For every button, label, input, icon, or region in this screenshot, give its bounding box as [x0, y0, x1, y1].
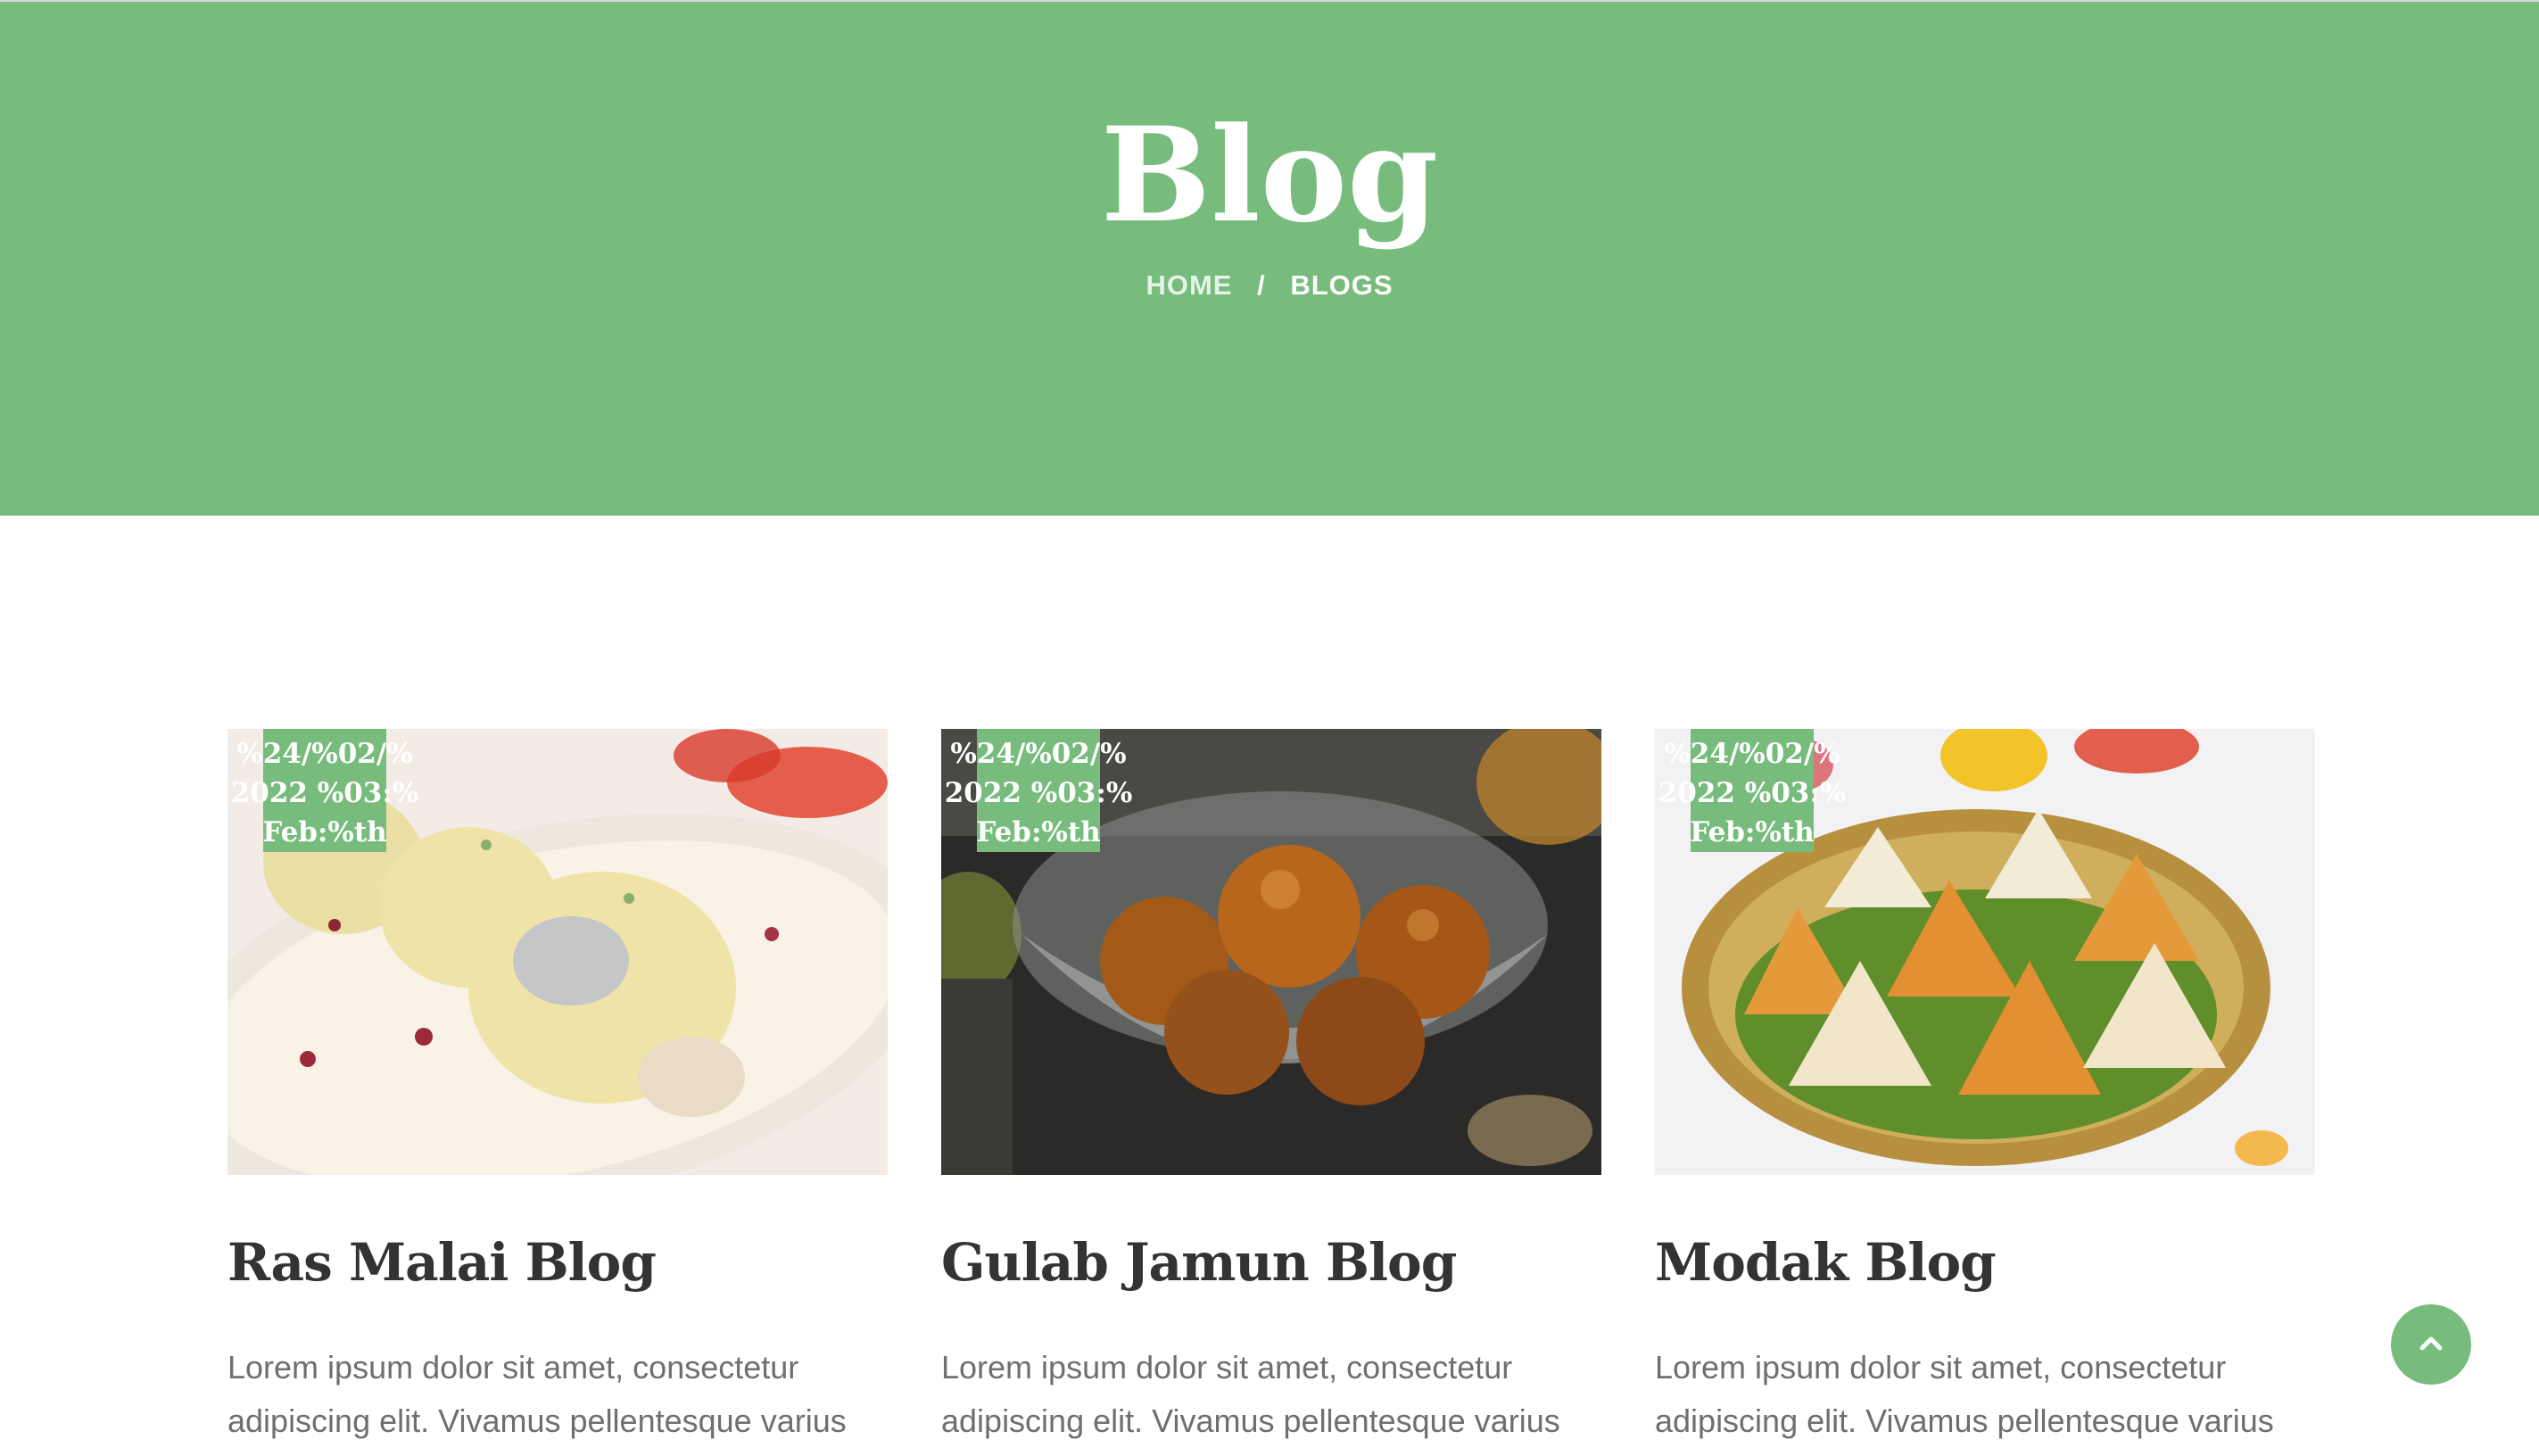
scroll-to-top-button[interactable]	[2391, 1304, 2471, 1385]
breadcrumb-home-link[interactable]: HOME	[1145, 269, 1232, 301]
blog-card-excerpt: Lorem ipsum dolor sit amet, consectetur …	[1655, 1349, 2274, 1439]
date-badge: %24/%02/%2022 %03:%Feb:%th	[945, 729, 1132, 852]
blog-card-title[interactable]: Modak Blog	[1655, 1230, 2315, 1295]
blog-card: %24/%02/%2022 %03:%Feb:%th Modak Blog Lo…	[1655, 729, 2315, 1448]
blog-card: %24/%02/%2022 %03:%Feb:%th Ras Malai Blo…	[227, 729, 888, 1448]
page-title: Blog	[1100, 99, 1439, 252]
blog-card-title[interactable]: Gulab Jamun Blog	[941, 1230, 1601, 1295]
breadcrumb-separator: /	[1257, 269, 1266, 301]
blog-card-image[interactable]: %24/%02/%2022 %03:%Feb:%th	[1655, 729, 2315, 1175]
breadcrumb-current: BLOGS	[1290, 269, 1394, 301]
date-text: %24/%02/%2022 %03:%Feb:%th	[1658, 738, 1847, 848]
blog-card-excerpt: Lorem ipsum dolor sit amet, consectetur …	[941, 1349, 1560, 1439]
date-text: %24/%02/%2022 %03:%Feb:%th	[944, 738, 1133, 848]
date-badge: %24/%02/%2022 %03:%Feb:%th	[231, 729, 418, 852]
date-text: %24/%02/%2022 %03:%Feb:%th	[230, 738, 419, 848]
page-hero: Blog HOME / BLOGS	[0, 0, 2539, 516]
date-badge: %24/%02/%2022 %03:%Feb:%th	[1658, 729, 1846, 852]
blog-card: %24/%02/%2022 %03:%Feb:%th Gulab Jamun B…	[941, 729, 1601, 1448]
chevron-up-icon	[2419, 1335, 2444, 1355]
blog-card-excerpt: Lorem ipsum dolor sit amet, consectetur …	[227, 1349, 847, 1439]
blog-card-image[interactable]: %24/%02/%2022 %03:%Feb:%th	[227, 729, 888, 1175]
blog-card-image[interactable]: %24/%02/%2022 %03:%Feb:%th	[941, 729, 1601, 1175]
breadcrumb: HOME / BLOGS	[0, 269, 2539, 302]
blog-card-title[interactable]: Ras Malai Blog	[227, 1230, 888, 1295]
